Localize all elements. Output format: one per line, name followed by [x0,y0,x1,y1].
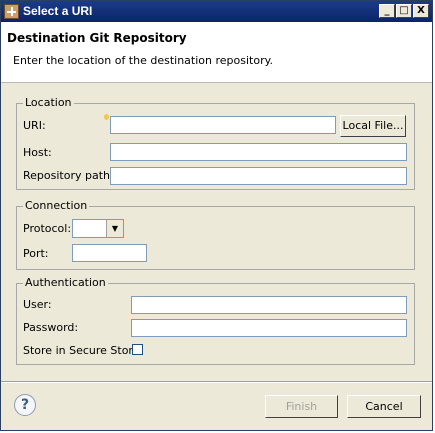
maximize-button[interactable]: □ [396,4,412,18]
footer-separator [1,381,432,383]
protocol-label: Protocol: [23,222,72,235]
password-label: Password: [23,321,79,334]
local-file-button[interactable]: Local File... [340,115,406,137]
window-title: Select a URI [23,4,93,18]
store-in-secure-store-label: Store in Secure Store [23,344,140,357]
dialog-window: Select a URI _ □ X Destination Git Repos… [0,0,433,431]
cancel-button[interactable]: Cancel [347,395,421,418]
page-description: Enter the location of the destination re… [13,54,274,67]
wizard-header: Destination Git Repository Enter the loc… [1,22,432,83]
port-input[interactable] [72,244,147,262]
chevron-down-icon[interactable]: ▼ [106,220,123,237]
repository-path-input[interactable] [110,167,407,185]
repository-path-label: Repository path: [23,169,114,182]
uri-input[interactable] [110,116,336,134]
connection-legend: Connection [23,199,90,212]
close-button[interactable]: X [413,4,429,18]
password-input[interactable] [131,319,407,337]
host-label: Host: [23,146,52,159]
page-title: Destination Git Repository [7,31,187,45]
port-label: Port: [23,247,49,260]
host-input[interactable] [110,143,407,161]
protocol-select[interactable]: ▼ [72,219,124,238]
minimize-button[interactable]: _ [379,4,395,18]
title-bar[interactable]: Select a URI _ □ X [1,1,432,22]
location-legend: Location [23,96,74,109]
content-assist-icon [104,114,109,120]
uri-label: URI: [23,119,46,132]
user-label: User: [23,298,52,311]
store-in-secure-store-checkbox[interactable] [132,344,143,355]
user-input[interactable] [131,296,407,314]
app-icon [4,4,19,19]
authentication-legend: Authentication [23,276,108,289]
finish-button[interactable]: Finish [265,395,338,418]
help-icon[interactable]: ? [14,394,36,416]
